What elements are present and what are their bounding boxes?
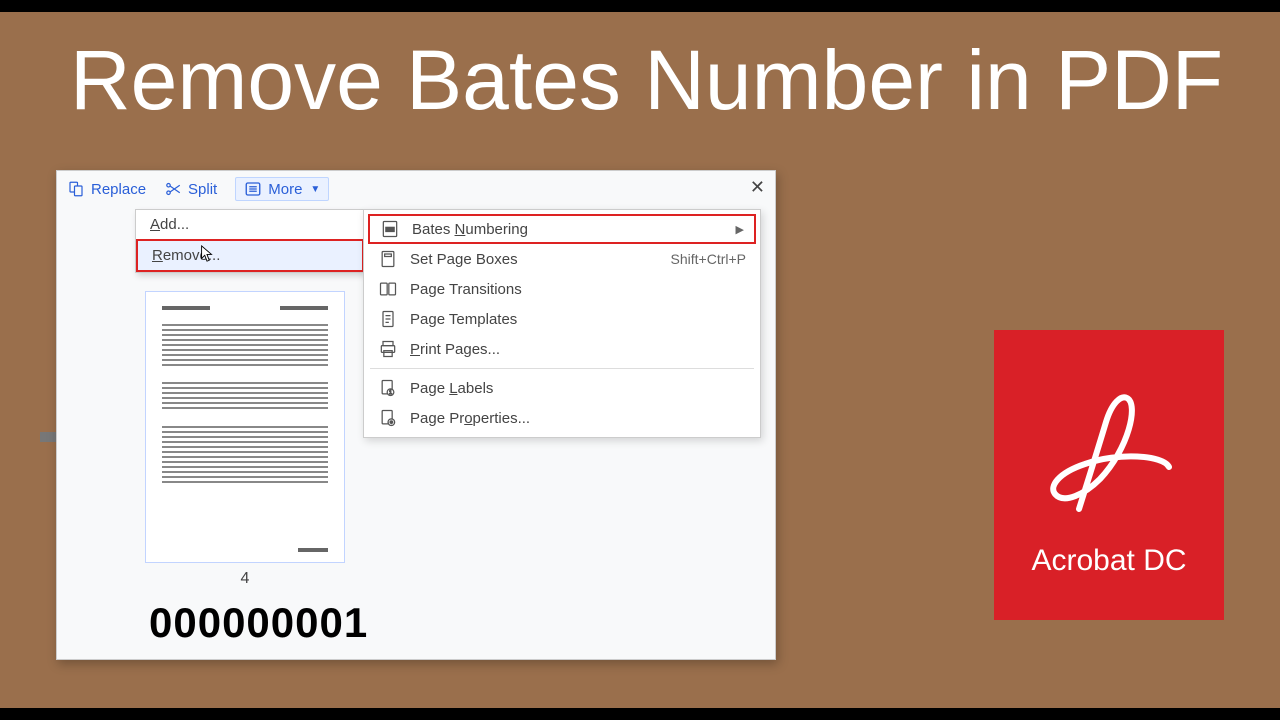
toolbar: Replace Split More ▼	[57, 171, 775, 207]
more-label: More	[268, 181, 302, 198]
menu-item-page-labels[interactable]: 1 Page Labels	[364, 373, 760, 403]
thumb-text	[162, 324, 328, 366]
page-number: 4	[146, 570, 344, 588]
side-tab	[40, 432, 56, 442]
add-label-rest: dd...	[160, 216, 189, 233]
bates-number-sample: 000000001	[149, 599, 368, 647]
transitions-label: Page Transitions	[410, 281, 746, 298]
thumb-text	[162, 382, 328, 410]
split-button[interactable]: Split	[164, 180, 217, 198]
logo-caption: Acrobat DC	[1031, 544, 1186, 578]
thumb-text	[162, 426, 328, 484]
menu-item-remove[interactable]: Remove...	[136, 239, 364, 272]
more-menu: Bates Numbering ▶ Set Page Boxes Shift+C…	[363, 209, 761, 438]
split-label: Split	[188, 181, 217, 198]
acrobat-icon	[1034, 372, 1184, 532]
menu-item-page-templates[interactable]: Page Templates	[364, 304, 760, 334]
background: Remove Bates Number in PDF Replace Split…	[0, 12, 1280, 708]
menu-item-page-properties[interactable]: Page Properties...	[364, 403, 760, 433]
submenu-arrow-icon: ▶	[736, 223, 744, 236]
set-boxes-shortcut: Shift+Ctrl+P	[671, 251, 746, 267]
labels-label: Page Labels	[410, 380, 746, 397]
print-label: Print Pages...	[410, 341, 746, 358]
page-title: Remove Bates Number in PDF	[70, 32, 1223, 129]
templates-label: Page Templates	[410, 311, 746, 328]
transitions-icon	[378, 279, 398, 299]
properties-icon	[378, 408, 398, 428]
menu-separator	[370, 368, 754, 369]
chevron-down-icon: ▼	[310, 184, 320, 195]
menu-item-bates-numbering[interactable]: Bates Numbering ▶	[368, 214, 756, 244]
properties-label: Page Properties...	[410, 410, 746, 427]
page-thumbnail[interactable]: 4	[145, 291, 345, 563]
thumb-footer	[298, 548, 328, 552]
svg-text:1: 1	[389, 390, 392, 396]
replace-label: Replace	[91, 181, 146, 198]
acrobat-dc-logo: Acrobat DC	[994, 330, 1224, 620]
set-boxes-label: Set Page Boxes	[410, 251, 659, 268]
bates-icon	[380, 219, 400, 239]
more-button[interactable]: More ▼	[235, 177, 329, 201]
organize-pages-panel: Replace Split More ▼ ✕ Add... Remove...	[56, 170, 776, 660]
menu-item-page-transitions[interactable]: Page Transitions	[364, 274, 760, 304]
labels-icon: 1	[378, 378, 398, 398]
menu-item-add[interactable]: Add...	[136, 210, 364, 239]
bates-submenu: Add... Remove...	[135, 209, 365, 273]
page-boxes-icon	[378, 249, 398, 269]
list-icon	[244, 180, 262, 198]
print-icon	[378, 339, 398, 359]
replace-icon	[67, 180, 85, 198]
close-button[interactable]: ✕	[750, 177, 765, 198]
menu-item-print-pages[interactable]: Print Pages...	[364, 334, 760, 364]
thumb-header	[162, 306, 328, 310]
scissors-icon	[164, 180, 182, 198]
menu-item-set-page-boxes[interactable]: Set Page Boxes Shift+Ctrl+P	[364, 244, 760, 274]
remove-label-rest: emove...	[163, 247, 221, 264]
bates-label: Bates Numbering	[412, 221, 724, 238]
templates-icon	[378, 309, 398, 329]
replace-button[interactable]: Replace	[67, 180, 146, 198]
